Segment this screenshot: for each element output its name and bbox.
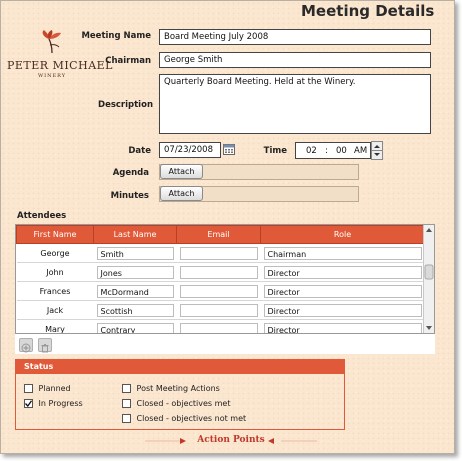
post-meeting-actions-checkbox[interactable] [122,384,131,393]
minutes-attach-button[interactable]: Attach [160,186,203,201]
table-row[interactable]: Mary Contrary Director [16,319,425,333]
column-header-last-name[interactable]: Last Name [93,225,177,244]
in-progress-checkbox[interactable] [24,399,33,408]
spin-up-icon[interactable] [374,145,380,148]
time-ampm[interactable]: AM [354,146,367,156]
status-option-in-progress[interactable]: In Progress [24,399,83,408]
column-header-email[interactable]: Email [176,225,261,244]
in-progress-label: In Progress [38,399,83,408]
status-option-planned[interactable]: Planned [24,384,71,393]
role-cell[interactable]: Director [263,265,422,279]
action-points-label[interactable]: Action Points [191,435,271,445]
date-label: Date [128,146,151,156]
status-option-post-meeting-actions[interactable]: Post Meeting Actions [122,384,220,393]
table-row[interactable]: Frances McDormand Director [16,281,425,301]
meeting-name-field[interactable]: Board Meeting July 2008 [159,29,431,45]
meeting-name-label: Meeting Name [81,31,151,41]
date-field[interactable]: 07/23/2008 [159,142,221,158]
status-header: Status [16,360,344,374]
closed-met-checkbox[interactable] [122,399,131,408]
first-name-cell[interactable]: Frances [16,281,94,301]
plus-icon [21,343,31,353]
email-cell[interactable] [179,303,258,317]
time-field[interactable]: 02 : 00 AM [295,142,371,159]
first-name-cell[interactable]: Mary [16,319,94,333]
chairman-field[interactable]: George Smith [159,52,431,68]
page-title: Meeting Details [301,2,435,20]
first-name-cell[interactable]: John [16,262,94,282]
meeting-details-window: Meeting Details PETER MICHAEL WINERY Mee… [0,0,455,454]
grid-toolbar [15,334,435,354]
time-spinner[interactable] [371,141,383,160]
last-name-cell[interactable]: Jones [96,265,174,279]
trash-icon [41,344,49,353]
attendees-label: Attendees [17,211,67,221]
attendees-header-row: First Name Last Name Email Role [16,225,425,244]
role-cell[interactable]: Director [263,303,422,317]
chairman-label: Chairman [105,56,151,66]
table-row[interactable]: George Smith Chairman [16,243,425,263]
add-attendee-button[interactable] [19,338,33,353]
minutes-label: Minutes [110,191,149,201]
email-cell[interactable] [179,322,258,333]
time-minute[interactable]: 00 [336,146,347,156]
role-cell[interactable]: Director [263,284,422,298]
planned-label: Planned [38,384,71,393]
time-separator: : [325,146,328,156]
status-option-closed-not-met[interactable]: Closed - objectives not met [122,414,246,423]
column-header-role[interactable]: Role [260,225,425,244]
scroll-down-icon[interactable] [426,326,432,330]
planned-checkbox[interactable] [24,384,33,393]
status-panel: Status Planned In Progress Post Meeting … [15,359,345,430]
status-option-closed-met[interactable]: Closed - objectives met [122,399,230,408]
logo-subtitle: WINERY [38,73,67,79]
description-field[interactable]: Quarterly Board Meeting. Held at the Win… [159,74,431,134]
agenda-attach-button[interactable]: Attach [160,164,203,179]
first-name-cell[interactable]: George [16,243,94,263]
delete-attendee-button[interactable] [38,338,52,353]
closed-not-met-checkbox[interactable] [122,414,131,423]
column-header-first-name[interactable]: First Name [16,225,94,244]
first-name-cell[interactable]: Jack [16,300,94,320]
last-name-cell[interactable]: Smith [96,246,174,260]
role-cell[interactable]: Director [263,322,422,333]
scroll-thumb[interactable] [424,264,434,280]
email-cell[interactable] [179,284,258,298]
last-name-cell[interactable]: Scottish [96,303,174,317]
calendar-icon[interactable] [223,143,235,155]
role-cell[interactable]: Chairman [263,246,422,260]
spin-down-icon[interactable] [374,153,380,156]
email-cell[interactable] [179,246,258,260]
grid-scrollbar[interactable] [423,225,434,333]
last-name-cell[interactable]: Contrary [96,322,174,333]
agenda-label: Agenda [112,168,149,178]
check-icon [25,400,33,408]
table-row[interactable]: John Jones Director [16,262,425,282]
time-hour[interactable]: 02 [306,146,317,156]
description-label: Description [98,100,153,110]
table-row[interactable]: Jack Scottish Director [16,300,425,320]
last-name-cell[interactable]: McDormand [96,284,174,298]
email-cell[interactable] [179,265,258,279]
scroll-up-icon[interactable] [426,228,432,232]
closed-met-label: Closed - objectives met [136,399,231,408]
post-meeting-actions-label: Post Meeting Actions [136,384,220,393]
action-points-link[interactable]: Action Points [141,434,321,448]
attendees-grid[interactable]: First Name Last Name Email Role George S… [15,224,435,334]
time-label: Time [263,146,287,156]
closed-not-met-label: Closed - objectives not met [136,414,247,423]
